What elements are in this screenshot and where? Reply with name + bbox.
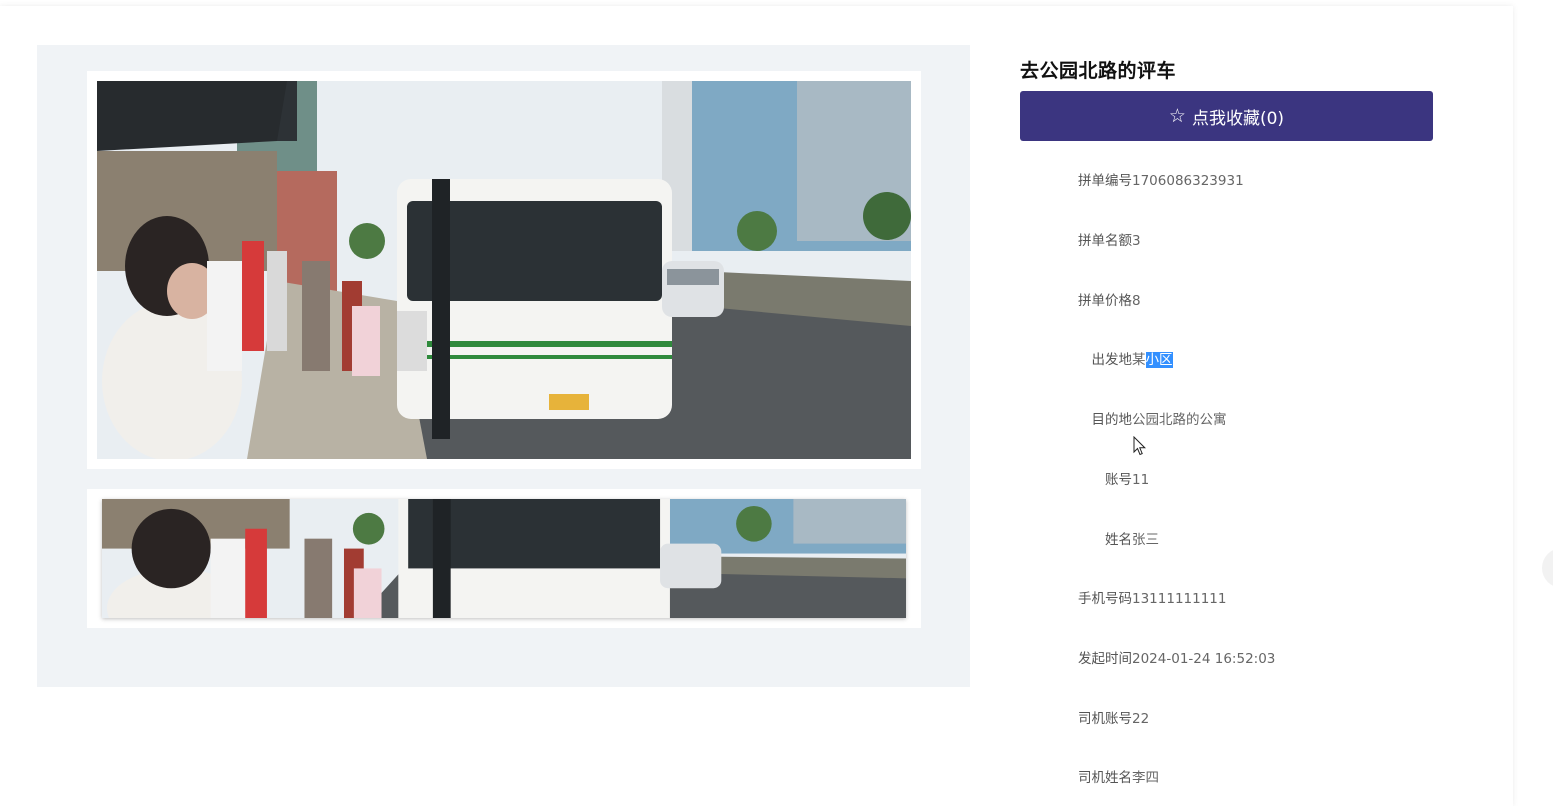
info-row-account: 账号 11 bbox=[1020, 468, 1440, 492]
info-label: 拼单价格 bbox=[1078, 293, 1132, 309]
star-outline-icon: ☆ bbox=[1168, 105, 1186, 127]
selected-text: 小区 bbox=[1145, 352, 1173, 368]
info-row-destination: 目的地 公园北路的公寓 bbox=[1020, 408, 1440, 432]
info-label: 发起时间 bbox=[1078, 651, 1132, 667]
info-row-price: 拼单价格 8 bbox=[1020, 289, 1440, 313]
info-label: 账号 bbox=[1105, 472, 1132, 488]
info-row-driver-account: 司机账号 22 bbox=[1020, 707, 1440, 731]
info-label: 拼单编号 bbox=[1078, 173, 1132, 189]
side-tab-handle[interactable] bbox=[1542, 548, 1553, 588]
favorite-button[interactable]: ☆ 点我收藏(0) bbox=[1020, 91, 1433, 141]
info-value: 张三 bbox=[1132, 532, 1159, 548]
departure-prefix: 某 bbox=[1132, 352, 1146, 368]
info-row-seats: 拼单名额 3 bbox=[1020, 229, 1440, 253]
info-label: 司机账号 bbox=[1078, 711, 1132, 727]
info-value: 22 bbox=[1132, 711, 1150, 727]
info-value: 2024-01-24 16:52:03 bbox=[1132, 651, 1276, 667]
info-label: 拼单名额 bbox=[1078, 233, 1132, 249]
info-label: 姓名 bbox=[1105, 532, 1132, 548]
page-title: 去公园北路的评车 bbox=[1020, 60, 1177, 82]
info-value: 8 bbox=[1132, 293, 1141, 309]
info-label: 目的地 bbox=[1091, 412, 1133, 428]
info-value: 11 bbox=[1132, 472, 1150, 488]
info-row-phone: 手机号码 13111111111 bbox=[1020, 587, 1440, 611]
favorite-button-label: 点我收藏(0) bbox=[1191, 108, 1285, 129]
info-value: 公园北路的公寓 bbox=[1132, 412, 1227, 428]
info-value: 13111111111 bbox=[1132, 591, 1227, 607]
info-label: 手机号码 bbox=[1078, 591, 1132, 607]
info-value: 1706086323931 bbox=[1132, 173, 1244, 189]
info-row-created-time: 发起时间 2024-01-24 16:52:03 bbox=[1020, 647, 1440, 671]
info-row-order-id: 拼单编号 1706086323931 bbox=[1020, 169, 1440, 193]
info-value-departure: 某小区 bbox=[1132, 348, 1173, 372]
info-row-departure: 出发地 某小区 bbox=[1020, 348, 1440, 372]
info-value: 李四 bbox=[1132, 770, 1159, 786]
info-row-name: 姓名 张三 bbox=[1020, 528, 1440, 552]
main-image bbox=[97, 81, 911, 459]
info-row-driver-name: 司机姓名 李四 bbox=[1020, 766, 1440, 790]
mouse-cursor-icon bbox=[1133, 435, 1147, 456]
info-label: 司机姓名 bbox=[1078, 770, 1132, 786]
info-value: 3 bbox=[1132, 233, 1141, 249]
info-label: 出发地 bbox=[1091, 352, 1133, 368]
thumbnail-image[interactable] bbox=[102, 499, 906, 618]
